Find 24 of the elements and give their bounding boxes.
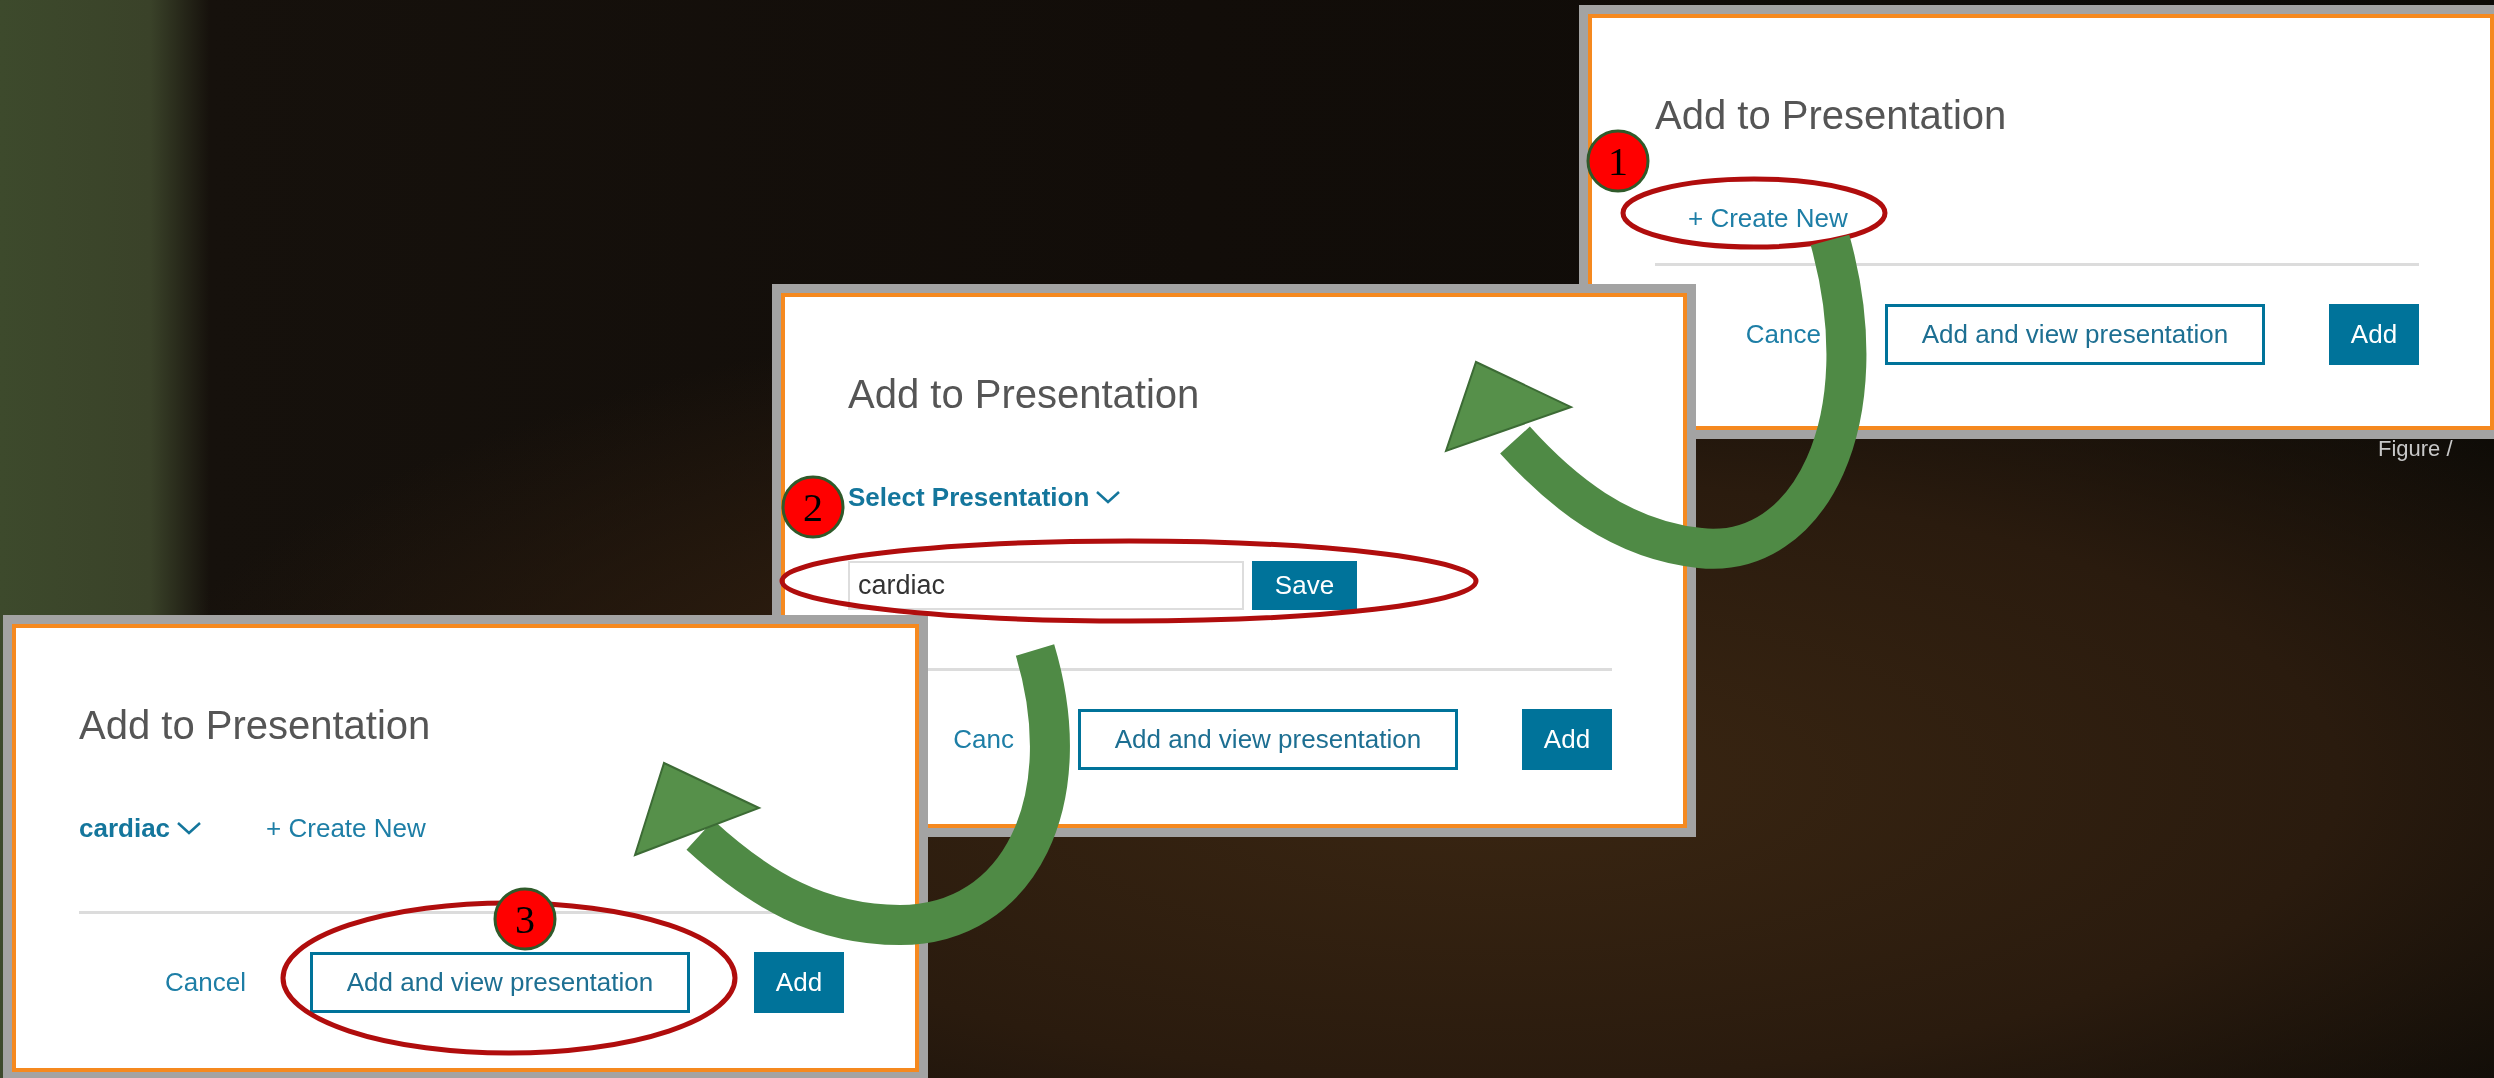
add-button[interactable]: Add [2329, 304, 2419, 365]
presentation-dropdown[interactable]: cardiac [79, 808, 203, 848]
save-button[interactable]: Save [1252, 560, 1357, 610]
create-new-link[interactable]: + Create New [266, 808, 426, 848]
step-marker: 1 [1586, 129, 1650, 193]
dialog-title: Add to Presentation [848, 371, 1201, 418]
caption-text: Figure / [2378, 435, 2453, 463]
chevron-down-icon [1095, 489, 1122, 505]
step-marker: 3 [493, 887, 557, 951]
input-field[interactable]: cardiac [848, 560, 1244, 610]
create-new-link[interactable]: + Create New [1688, 198, 1848, 238]
add-and-view-button[interactable]: Add and view presentation [310, 952, 690, 1013]
add-and-view-button[interactable]: Add and view presentation [1885, 304, 2265, 365]
cancel-link[interactable]: Canc [953, 720, 1014, 759]
add-and-view-button[interactable]: Add and view presentation [1078, 709, 1458, 770]
cancel-link[interactable]: Cancel [165, 963, 246, 1002]
add-button[interactable]: Add [754, 952, 844, 1013]
chevron-down-icon [176, 820, 203, 836]
add-button[interactable]: Add [1522, 709, 1612, 770]
dialog-title: Add to Presentation [79, 702, 432, 749]
dialog-title: Add to Presentation [1655, 92, 2008, 139]
step-marker: 2 [781, 475, 845, 539]
cancel-link[interactable]: Cance [1745, 315, 1821, 354]
presentation-dropdown[interactable]: Select Presentation [848, 477, 1122, 517]
